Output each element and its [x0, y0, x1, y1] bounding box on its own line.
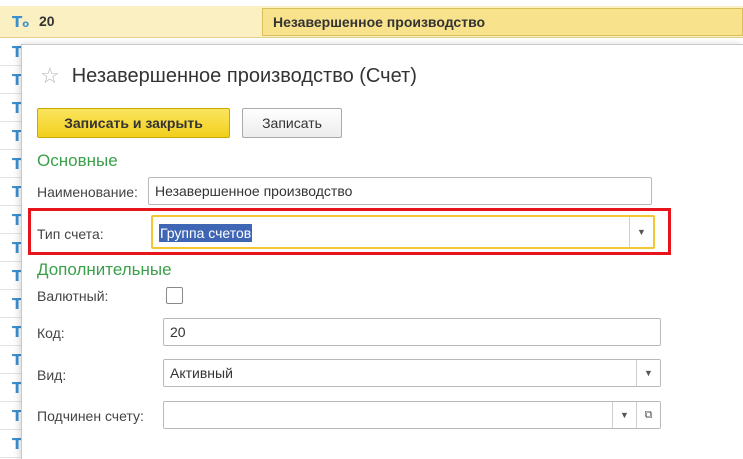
account-type-label: Тип счета:	[37, 226, 104, 242]
account-form-dialog: ☆ Незавершенное производство (Счет) Запи…	[21, 44, 743, 459]
kind-select[interactable]: Активный ▼	[163, 359, 661, 387]
accounts-list-code: 20	[39, 13, 55, 29]
code-label: Код:	[37, 325, 65, 341]
account-type-select[interactable]: Группа счетов ▼	[151, 215, 655, 249]
dialog-title-bar: ☆ Незавершенное производство (Счет)	[40, 65, 417, 88]
code-input[interactable]: 20	[163, 318, 661, 346]
save-and-close-button[interactable]: Записать и закрыть	[37, 108, 230, 138]
accounts-list-name-cell[interactable]: Незавершенное производство	[262, 8, 743, 36]
account-type-icon: To	[12, 13, 30, 31]
kind-label: Вид:	[37, 367, 67, 383]
save-button[interactable]: Записать	[242, 108, 342, 138]
name-label: Наименование:	[37, 184, 138, 200]
currency-checkbox[interactable]	[166, 287, 183, 304]
section-additional-heading: Дополнительные	[37, 260, 172, 279]
currency-label: Валютный:	[37, 288, 109, 304]
parent-account-label: Подчинен счету:	[37, 408, 144, 424]
name-input[interactable]: Незавершенное производство	[148, 177, 652, 205]
parent-account-select[interactable]: ▼ ⧉	[163, 401, 661, 429]
account-type-value: Группа счетов	[159, 224, 253, 242]
kind-value: Активный	[170, 365, 233, 381]
star-icon[interactable]: ☆	[40, 65, 60, 88]
chevron-down-icon[interactable]: ▼	[612, 402, 636, 428]
chevron-down-icon[interactable]: ▼	[636, 360, 660, 386]
open-form-icon[interactable]: ⧉	[636, 402, 660, 428]
dialog-title: Незавершенное производство (Счет)	[71, 65, 417, 87]
accounts-list-row-selected[interactable]: To 20 Незавершенное производство	[0, 6, 743, 38]
chevron-down-icon[interactable]: ▼	[629, 217, 653, 247]
section-main-heading: Основные	[37, 151, 118, 170]
